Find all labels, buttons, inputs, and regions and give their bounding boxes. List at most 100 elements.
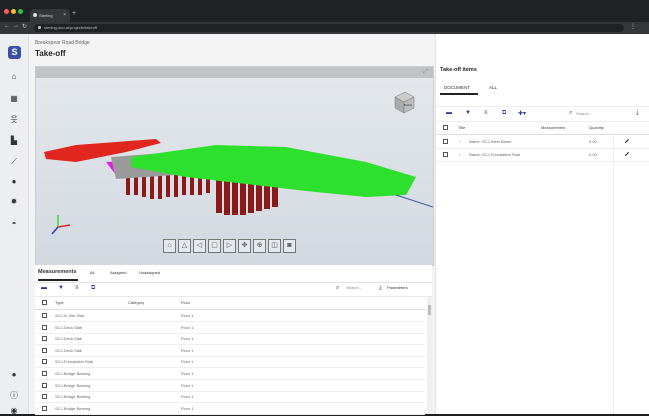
table-row[interactable]: SCJ-Bridge Bearing Floor 1 (35, 391, 425, 404)
filter-icon[interactable]: ▼ (58, 285, 64, 291)
download-icon[interactable]: ⤓ (379, 285, 382, 292)
cell-type: SCJ-Deck Slab (55, 347, 83, 353)
model-viewer[interactable]: ⤢ BACK ⌂ △ ◁ ▢ ▷ ✥ ⊕ ◫ ◙ (35, 66, 434, 266)
home-view-icon[interactable]: ⌂ (163, 239, 176, 253)
cell-floor: Floor 1 (181, 336, 194, 342)
info-icon[interactable]: ⓘ (9, 391, 19, 401)
tab-unassigned[interactable]: Unassigned (139, 270, 160, 275)
takeoff-row[interactable]: › Name: SCJ-Foundation Slab 0.00 (436, 148, 649, 162)
tab-assigned[interactable]: Assigned (110, 270, 126, 275)
column-quantity[interactable]: Quantity (589, 125, 604, 130)
maximize-window-icon[interactable] (18, 9, 23, 14)
filter-icon[interactable]: ▼ (465, 110, 471, 116)
list-icon[interactable]: ≡ (484, 110, 488, 116)
person-icon[interactable]: 웃 (9, 115, 19, 125)
list-icon[interactable]: ≡ (75, 285, 79, 291)
extensions-icon[interactable]: ⋮ (630, 23, 636, 30)
robot-icon[interactable]: ◓ (9, 219, 19, 229)
model-browser-icon[interactable]: ◫ (268, 239, 281, 253)
row-checkbox[interactable] (42, 359, 47, 365)
orbit-icon[interactable]: ◁ (193, 239, 206, 253)
row-checkbox[interactable] (42, 405, 47, 411)
bridge-model[interactable] (36, 67, 433, 265)
cell-type: SCJ-Deck Slab (55, 336, 83, 342)
select-icon[interactable]: ▷ (223, 239, 236, 253)
group-icon[interactable]: ▬ (41, 285, 47, 291)
user-icon[interactable]: ◉ (9, 406, 19, 416)
home-icon[interactable]: ⌂ (9, 72, 19, 82)
columns-icon[interactable]: ⧉ (91, 285, 95, 292)
edit-icon[interactable] (624, 151, 630, 157)
tab-all[interactable]: All (90, 270, 94, 275)
row-checkbox[interactable] (42, 336, 47, 342)
tab-all-items[interactable]: ALL (489, 85, 497, 90)
project-name[interactable]: Breakspear Road Bridge (35, 40, 90, 46)
table-row[interactable]: SCJ-Foundation Slab Floor 1 (35, 356, 425, 369)
table-row[interactable]: SCJ-In Situ Slab Floor 1 (35, 310, 425, 322)
settings-icon[interactable]: ● (9, 177, 19, 187)
pan-icon[interactable]: ✥ (238, 239, 251, 253)
close-window-icon[interactable] (4, 9, 9, 14)
section-box-icon[interactable]: ▢ (208, 239, 221, 253)
column-floor[interactable]: Floor (181, 300, 190, 305)
scrollbar[interactable] (427, 297, 432, 414)
row-checkbox[interactable] (42, 324, 47, 330)
perspective-icon[interactable]: △ (178, 239, 191, 253)
scrollbar-thumb[interactable] (428, 305, 431, 315)
building-icon[interactable]: ▙ (9, 136, 19, 146)
table-row[interactable]: SCJ-Bridge Bearing Floor 1 (35, 380, 425, 392)
favicon-icon (33, 13, 37, 17)
gear-icon[interactable]: ✹ (9, 197, 19, 207)
tab-document[interactable]: DOCUMENT (444, 85, 470, 90)
select-all-checkbox[interactable] (443, 125, 448, 130)
row-checkbox[interactable] (42, 313, 47, 318)
theme-icon[interactable]: ● (9, 370, 19, 380)
takeoff-row[interactable]: › Name: SCJ-Steel Beam 0.00 (436, 135, 649, 149)
select-all-checkbox[interactable] (42, 300, 47, 305)
takeoff-search-input[interactable]: Search... (576, 111, 592, 116)
browser-tab[interactable]: Sterling × (30, 9, 70, 22)
table-row[interactable]: SCJ-Deck Slab Floor 1 (35, 322, 425, 334)
dashboard-icon[interactable]: ▦ (9, 94, 19, 104)
search-input[interactable]: Search... (346, 285, 362, 290)
reload-icon[interactable]: ↻ (22, 23, 27, 30)
zoom-icon[interactable]: ⊕ (253, 239, 266, 253)
column-category[interactable]: Category (128, 300, 144, 305)
table-row[interactable]: SCJ-Bridge Bearing Floor 1 (35, 368, 425, 380)
column-measurement[interactable]: Measurement (541, 125, 565, 130)
logo[interactable]: S (8, 46, 21, 59)
columns-icon[interactable]: ⧉ (502, 110, 506, 117)
cell-floor: Floor 1 (181, 347, 194, 353)
column-type[interactable]: Type (55, 300, 64, 305)
table-row[interactable]: SCJ-Deck Slab Floor 1 (35, 333, 425, 346)
forward-icon[interactable]: → (13, 23, 19, 29)
group-icon[interactable]: ▬ (446, 110, 452, 116)
screenshot-icon[interactable]: ◙ (283, 239, 296, 253)
row-checkbox[interactable] (42, 394, 47, 400)
download-icon[interactable]: ⤓ (636, 110, 639, 117)
column-title[interactable]: Title (458, 125, 465, 130)
chart-icon[interactable]: ⟋ (9, 157, 19, 167)
expand-row-icon[interactable]: › (459, 152, 460, 157)
add-item-icon[interactable]: ✚▾ (518, 110, 526, 117)
row-checkbox[interactable] (42, 347, 47, 353)
minimize-window-icon[interactable] (11, 9, 16, 14)
edit-icon[interactable] (624, 138, 630, 144)
row-checkbox[interactable] (443, 152, 448, 157)
nav-cube[interactable]: BACK (391, 89, 417, 115)
parameters-button[interactable]: Parameters (387, 285, 408, 290)
table-row[interactable]: SCJ-Bridge Bearing Floor 1 (35, 403, 425, 415)
row-checkbox[interactable] (443, 139, 448, 144)
new-tab-button[interactable]: + (72, 10, 76, 17)
cell-type: SCJ-Deck Slab (55, 324, 83, 330)
row-checkbox[interactable] (42, 371, 47, 376)
search-icon[interactable]: ⌕ (336, 285, 339, 292)
back-icon[interactable]: ← (4, 23, 10, 29)
tab-measurements[interactable]: Measurements (38, 269, 77, 275)
row-checkbox[interactable] (42, 382, 47, 388)
address-bar[interactable]: sterling-dco.ai/projects/takeoff (34, 24, 624, 32)
search-icon[interactable]: ⌕ (569, 110, 572, 117)
table-row[interactable]: SCJ-Deck Slab Floor 1 (35, 345, 425, 357)
tab-close-icon[interactable]: × (63, 9, 66, 22)
expand-row-icon[interactable]: › (459, 139, 460, 144)
